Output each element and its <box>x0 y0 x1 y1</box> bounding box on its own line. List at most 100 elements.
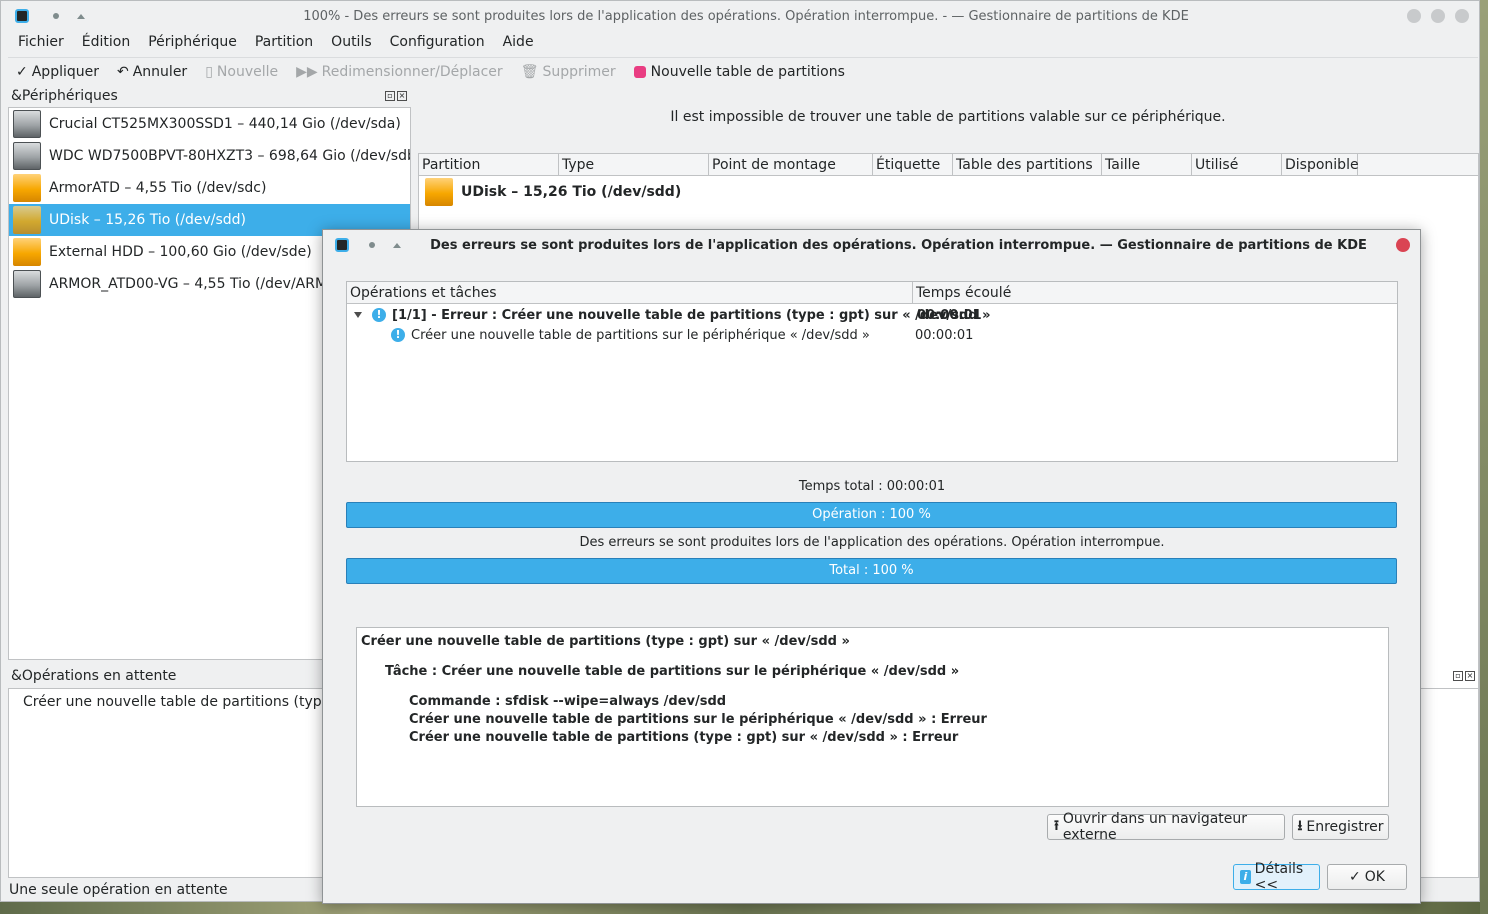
app-icon[interactable] <box>15 9 29 23</box>
task-text: Créer une nouvelle table de partitions s… <box>411 327 870 343</box>
details-command: Commande : sfdisk --wipe=always /dev/sdd <box>409 694 727 709</box>
col-available[interactable]: Disponible <box>1282 154 1359 175</box>
menu-edition[interactable]: Édition <box>72 34 138 50</box>
new-partition-button[interactable]: ▯ Nouvelle <box>197 59 288 85</box>
keep-above-icon[interactable] <box>77 13 85 19</box>
task-row[interactable]: ! Créer une nouvelle table de partitions… <box>347 325 1397 345</box>
menubar: Fichier Édition Périphérique Partition O… <box>8 30 542 54</box>
progress-dialog: Des erreurs se sont produites lors de l'… <box>322 229 1421 904</box>
details-label: Détails << <box>1254 861 1304 893</box>
devices-dock-title: &Périphériques <box>11 88 118 104</box>
partition-table-icon <box>633 65 646 78</box>
new-document-icon: ▯ <box>205 63 213 80</box>
device-item-sda[interactable]: Crucial CT525MX300SSD1 – 440,14 Gio (/de… <box>9 108 410 140</box>
col-type[interactable]: Type <box>559 154 709 175</box>
details-view: Créer une nouvelle table de partitions (… <box>356 627 1389 807</box>
col-label[interactable]: Étiquette <box>873 154 953 175</box>
device-label: WDC WD7500BPVT-80HXZT3 – 698,64 Gio (/de… <box>49 148 411 164</box>
close-icon[interactable]: × <box>1465 671 1475 681</box>
apply-button[interactable]: ✓ Appliquer <box>8 59 109 85</box>
device-label: ArmorATD – 4,55 Tio (/dev/sdc) <box>49 180 267 196</box>
menu-configuration[interactable]: Configuration <box>380 34 493 50</box>
hdd-icon <box>13 270 41 298</box>
operations-tree: Opérations et tâches Temps écoulé ! [1/1… <box>346 281 1398 462</box>
menu-partition[interactable]: Partition <box>245 34 321 50</box>
pending-operation-item[interactable]: Créer une nouvelle table de partitions (… <box>9 689 327 715</box>
operations-tree-header: Opérations et tâches Temps écoulé <box>347 282 1397 304</box>
check-icon: ✓ <box>16 63 28 80</box>
float-icon[interactable]: ▫ <box>1453 671 1463 681</box>
device-item-sdb[interactable]: WDC WD7500BPVT-80HXZT3 – 698,64 Gio (/de… <box>9 140 410 172</box>
maximize-button[interactable] <box>1431 9 1445 23</box>
operation-row[interactable]: ! [1/1] - Erreur : Créer une nouvelle ta… <box>347 305 1397 325</box>
col-size[interactable]: Taille <box>1102 154 1192 175</box>
check-icon: ✓ <box>1349 869 1361 885</box>
status-bar: Une seule opération en attente <box>9 882 228 898</box>
save-button[interactable]: ⭳ Enregistrer <box>1292 814 1389 840</box>
details-button[interactable]: i Détails << <box>1233 861 1320 893</box>
details-heading: Créer une nouvelle table de partitions (… <box>361 634 850 649</box>
dialog-titlebar: Des erreurs se sont produites lors de l'… <box>323 230 1420 260</box>
open-browser-label: Ouvrir dans un navigateur externe <box>1062 811 1248 843</box>
pending-operations-list: Créer une nouvelle table de partitions (… <box>8 688 328 878</box>
details-result-2: Créer une nouvelle table de partitions (… <box>409 730 959 745</box>
pending-operation-label: Créer une nouvelle table de partitions (… <box>23 694 327 710</box>
trash-icon: 🗑 <box>520 63 539 80</box>
no-partition-table-message: Il est impossible de trouver une table d… <box>670 109 1226 125</box>
status-message: Des erreurs se sont produites lors de l'… <box>579 535 1165 550</box>
partition-row[interactable]: UDisk – 15,26 Tio (/dev/sdd) <box>419 176 1478 208</box>
resize-move-label: Redimensionner/Déplacer <box>321 63 503 80</box>
keep-above-icon[interactable] <box>393 242 401 248</box>
close-button[interactable] <box>1455 9 1469 23</box>
close-icon[interactable]: × <box>397 91 407 101</box>
col-mount-point[interactable]: Point de montage <box>709 154 873 175</box>
save-label: Enregistrer <box>1306 819 1384 835</box>
download-icon: ⭳ <box>1297 818 1303 834</box>
resize-move-button[interactable]: ▶▶ Redimensionner/Déplacer <box>288 59 513 85</box>
info-icon: i <box>1240 870 1251 884</box>
usb-drive-icon <box>13 238 41 266</box>
ok-button[interactable]: ✓ OK <box>1327 864 1407 890</box>
toolbar: ✓ Appliquer ↶ Annuler ▯ Nouvelle ▶▶ Redi… <box>8 57 1478 85</box>
expand-arrow-icon[interactable] <box>354 312 362 318</box>
open-browser-button[interactable]: ⭱ Ouvrir dans un navigateur externe <box>1047 811 1285 843</box>
delete-label: Supprimer <box>542 63 616 80</box>
task-time: 00:00:01 <box>915 327 974 343</box>
hdd-icon <box>13 142 41 170</box>
new-partition-label: Nouvelle <box>216 63 279 80</box>
dialog-close-button[interactable] <box>1396 238 1410 252</box>
col-operations-tasks[interactable]: Opérations et tâches <box>347 282 913 303</box>
operation-time: 00:00:01 <box>917 307 982 323</box>
float-icon[interactable]: ▫ <box>385 91 395 101</box>
usb-drive-icon <box>13 174 41 202</box>
menu-outils[interactable]: Outils <box>321 34 379 50</box>
new-partition-table-button[interactable]: Nouvelle table de partitions <box>626 59 855 85</box>
device-label: External HDD – 100,60 Gio (/dev/sde) <box>49 244 312 260</box>
menu-fichier[interactable]: Fichier <box>8 34 72 50</box>
dialog-title: Des erreurs se sont produites lors de l'… <box>430 237 1367 253</box>
col-elapsed-time[interactable]: Temps écoulé <box>913 282 1397 303</box>
pending-dock-title: &Opérations en attente <box>11 668 176 684</box>
error-info-icon: ! <box>391 328 405 342</box>
col-used[interactable]: Utilisé <box>1192 154 1282 175</box>
app-icon[interactable] <box>335 238 349 252</box>
undo-button[interactable]: ↶ Annuler <box>109 59 197 85</box>
undo-label: Annuler <box>132 63 188 80</box>
pending-dock-buttons: ▫ × <box>1453 671 1475 681</box>
upload-icon: ⭱ <box>1054 818 1059 834</box>
device-item-sdc[interactable]: ArmorATD – 4,55 Tio (/dev/sdc) <box>9 172 410 204</box>
menu-aide[interactable]: Aide <box>493 34 542 50</box>
pending-title: &Opérations en attente <box>11 668 177 684</box>
pin-icon[interactable] <box>53 13 59 19</box>
partition-row-label: UDisk – 15,26 Tio (/dev/sdd) <box>461 184 682 200</box>
main-titlebar: 100% - Des erreurs se sont produites lor… <box>1 1 1479 31</box>
device-label: Crucial CT525MX300SSD1 – 440,14 Gio (/de… <box>49 116 401 132</box>
delete-button[interactable]: 🗑 Supprimer <box>513 59 626 85</box>
usb-drive-icon <box>425 178 453 206</box>
col-partition[interactable]: Partition <box>419 154 559 175</box>
pin-icon[interactable] <box>369 242 375 248</box>
col-partition-table[interactable]: Table des partitions <box>953 154 1102 175</box>
menu-peripherique[interactable]: Périphérique <box>138 34 245 50</box>
minimize-button[interactable] <box>1407 9 1421 23</box>
partition-table-header: Partition Type Point de montage Étiquett… <box>419 154 1478 176</box>
